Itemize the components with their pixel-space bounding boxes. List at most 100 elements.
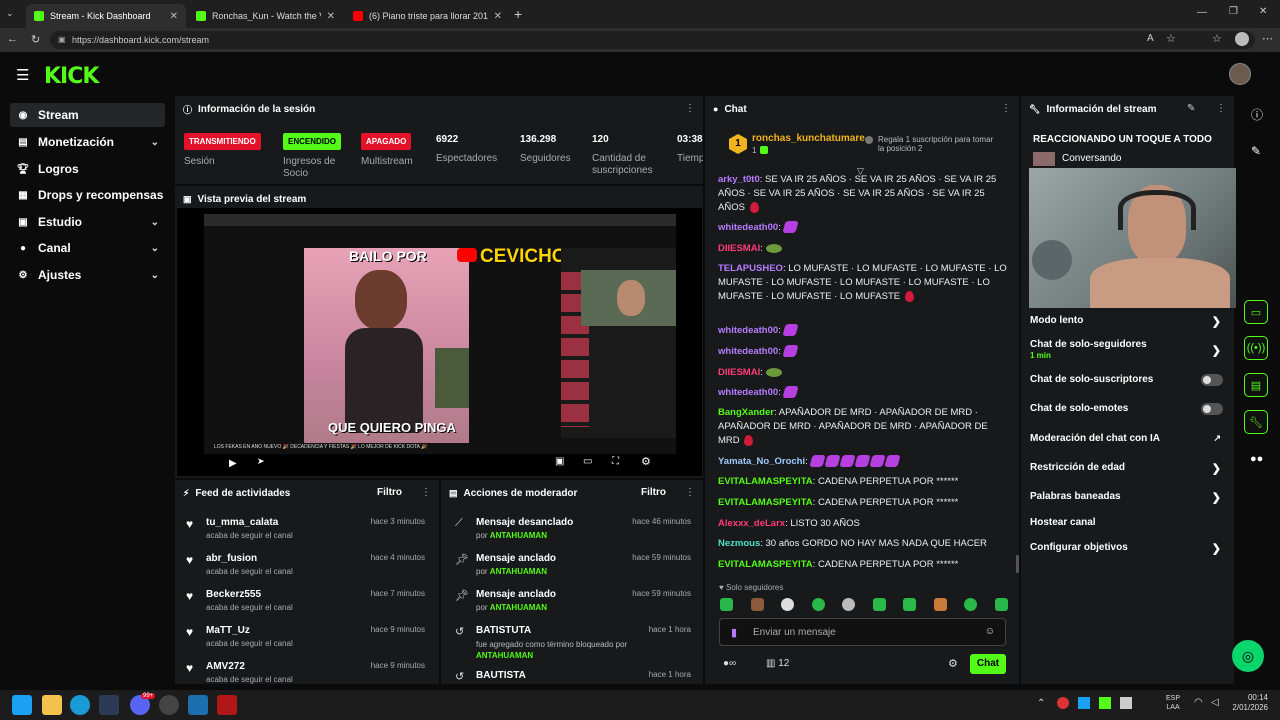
back-icon[interactable]: ← bbox=[7, 33, 18, 45]
chat-users-icon[interactable]: ●∞ bbox=[723, 658, 736, 669]
language-indicator[interactable]: ESP LAA bbox=[1166, 694, 1180, 712]
gift-prompt[interactable]: Regala 1 suscripción para tomar la posic… bbox=[878, 135, 998, 153]
chat-settings-gear-icon[interactable]: ⚙ bbox=[948, 657, 958, 670]
setting-followers-only[interactable]: Chat de solo-seguidores 1 min ❯ bbox=[1030, 339, 1225, 361]
clock[interactable]: 00:14 2/01/2026 bbox=[1230, 693, 1268, 713]
pencil-icon[interactable]: ✎ bbox=[1251, 144, 1261, 158]
microphone-icon[interactable]: ▮ bbox=[731, 626, 737, 639]
emoji-picker-icon[interactable]: ☺ bbox=[985, 626, 995, 637]
reload-icon[interactable]: ↻ bbox=[31, 33, 40, 46]
chat-message-input[interactable]: ▮ Enviar un mensaje ☺ bbox=[719, 618, 1006, 646]
setting-banned-words[interactable]: Palabras baneadas ❯ bbox=[1030, 491, 1225, 504]
site-info-icon[interactable]: ▣ bbox=[58, 35, 66, 44]
read-aloud-icon[interactable]: A bbox=[1147, 33, 1154, 44]
file-explorer-icon[interactable] bbox=[42, 695, 62, 715]
emote-icon[interactable] bbox=[903, 598, 917, 611]
setting-subscribers-only[interactable]: Chat de solo-suscriptores bbox=[1030, 374, 1225, 386]
maximize-icon[interactable]: ❐ bbox=[1229, 6, 1238, 17]
tray-app-icon[interactable] bbox=[1057, 697, 1069, 709]
viewer-count[interactable]: ▥ 12 bbox=[766, 658, 789, 669]
sidebar-item-drops[interactable]: ▦ Drops y recompensas bbox=[10, 183, 165, 207]
mod-filter-button[interactable]: Filtro bbox=[641, 487, 666, 498]
chat-scrollbar[interactable] bbox=[1016, 555, 1019, 573]
close-tab-icon[interactable]: ✕ bbox=[170, 11, 178, 22]
kebab-menu-icon[interactable]: ⋮ bbox=[421, 487, 431, 498]
stream-preview-video[interactable]: BAILO POR CEVICHON QUE QUIERO PINGA LOS … bbox=[177, 208, 702, 476]
sidebar-item-logros[interactable]: 🏆︎ Logros bbox=[10, 157, 165, 181]
mouse-cursor-icon: ➤ bbox=[257, 456, 265, 466]
steam-icon[interactable] bbox=[99, 695, 119, 715]
play-icon[interactable]: ▶ bbox=[229, 458, 237, 469]
top-gifter-name[interactable]: ronchas_kunchatumare bbox=[752, 133, 865, 144]
favorites-icon[interactable]: ☆ bbox=[1212, 32, 1222, 45]
emote-icon[interactable] bbox=[933, 598, 947, 611]
dota-icon[interactable] bbox=[217, 695, 237, 715]
close-tab-icon[interactable]: ✕ bbox=[494, 11, 502, 22]
user-avatar[interactable] bbox=[1229, 63, 1251, 85]
emote-icon[interactable] bbox=[842, 598, 856, 611]
close-tab-icon[interactable]: ✕ bbox=[327, 11, 335, 22]
photos-icon[interactable] bbox=[188, 695, 208, 715]
feed-filter-button[interactable]: Filtro bbox=[377, 487, 402, 498]
more-menu-icon[interactable]: ⋯ bbox=[1262, 32, 1273, 45]
sidebar-item-canal[interactable]: ● Canal ⌄ bbox=[10, 236, 165, 260]
new-tab-icon[interactable]: + bbox=[514, 6, 522, 22]
setting-ai-moderation[interactable]: Moderación del chat con IA ↗ bbox=[1030, 433, 1225, 444]
setting-slow-mode[interactable]: Modo lento ❯ bbox=[1030, 315, 1225, 328]
emote-icon[interactable] bbox=[720, 598, 733, 611]
tab-ronchas-vod[interactable]: Ronchas_Kun - Watch the VOD on ✕ bbox=[188, 4, 343, 28]
emote-icon[interactable] bbox=[750, 598, 764, 611]
emote-icon[interactable] bbox=[872, 598, 886, 611]
volume-icon[interactable]: ◁ bbox=[1211, 697, 1219, 708]
emote-icon[interactable] bbox=[994, 598, 1008, 611]
miniplayer-icon[interactable]: ▣ bbox=[555, 456, 564, 467]
setting-host-channel[interactable]: Hostear canal bbox=[1030, 517, 1225, 528]
sidebar-item-estudio[interactable]: ▣ Estudio ⌄ bbox=[10, 210, 165, 234]
sidebar-item-monetizacion[interactable]: ▤ Monetización ⌄ bbox=[10, 130, 165, 154]
broadcast-rail-icon[interactable]: ((•)) bbox=[1244, 336, 1268, 360]
pip-icon[interactable]: ▭ bbox=[583, 456, 592, 467]
users-rail-icon[interactable]: ●● bbox=[1250, 453, 1263, 465]
hamburger-menu-icon[interactable]: ☰ bbox=[16, 66, 29, 84]
tray-app-icon[interactable] bbox=[1120, 697, 1132, 709]
kebab-menu-icon[interactable]: ⋮ bbox=[685, 487, 695, 498]
tools-rail-icon[interactable]: 🔧︎ bbox=[1244, 410, 1268, 434]
support-headset-icon[interactable]: ◎ bbox=[1232, 640, 1264, 672]
kick-logo[interactable]: KICK bbox=[44, 64, 99, 89]
tray-app-icon[interactable] bbox=[1078, 697, 1090, 709]
emote-icon[interactable] bbox=[811, 598, 825, 611]
kebab-menu-icon[interactable]: ⋮ bbox=[1001, 103, 1011, 114]
minimize-icon[interactable]: — bbox=[1197, 7, 1207, 18]
emote-icon[interactable] bbox=[964, 598, 978, 611]
edit-pencil-icon[interactable]: ✎ bbox=[1187, 103, 1195, 114]
setting-age-restriction[interactable]: Restricción de edad ❯ bbox=[1030, 462, 1225, 475]
emotes-only-toggle[interactable] bbox=[1201, 403, 1223, 415]
tab-kick-dashboard[interactable]: Stream - Kick Dashboard ✕ bbox=[26, 4, 186, 28]
close-window-icon[interactable]: ✕ bbox=[1259, 6, 1267, 17]
wifi-icon[interactable]: ◠ bbox=[1194, 697, 1203, 708]
info-icon[interactable]: ⓘ bbox=[1251, 106, 1263, 123]
kebab-menu-icon[interactable]: ⋮ bbox=[1216, 103, 1226, 114]
tray-kick-icon[interactable] bbox=[1099, 697, 1111, 709]
tab-list-icon[interactable]: ⌄ bbox=[6, 8, 14, 19]
send-chat-button[interactable]: Chat bbox=[970, 654, 1006, 674]
fullscreen-icon[interactable]: ⛶ bbox=[612, 456, 619, 467]
setting-goals[interactable]: Configurar objetivos ❯ bbox=[1030, 542, 1225, 555]
address-bar[interactable]: https://dashboard.kick.com/stream bbox=[50, 31, 1255, 49]
emote-icon[interactable] bbox=[781, 598, 795, 611]
tab-youtube-piano[interactable]: (6) Piano triste para llorar 2018 - Y ✕ bbox=[345, 4, 510, 28]
sidebar-item-stream[interactable]: ◉ Stream bbox=[10, 103, 165, 127]
sidebar-item-ajustes[interactable]: ⚙ Ajustes ⌄ bbox=[10, 263, 165, 287]
setting-emotes-only[interactable]: Chat de solo-emotes bbox=[1030, 403, 1225, 415]
settings-gear-icon[interactable]: ⚙ bbox=[641, 455, 651, 468]
chat-rail-icon[interactable]: ▭ bbox=[1244, 300, 1268, 324]
steam-client-icon[interactable] bbox=[159, 695, 179, 715]
edge-browser-icon[interactable] bbox=[70, 695, 90, 715]
profile-icon[interactable] bbox=[1235, 32, 1249, 46]
favorite-star-icon[interactable]: ☆ bbox=[1166, 32, 1176, 45]
kebab-menu-icon[interactable]: ⋮ bbox=[685, 103, 695, 114]
layout-rail-icon[interactable]: ▤ bbox=[1244, 373, 1268, 397]
tray-chevron-icon[interactable]: ⌃ bbox=[1037, 698, 1045, 709]
subscribers-only-toggle[interactable] bbox=[1201, 374, 1223, 386]
windows-start-icon[interactable] bbox=[12, 695, 32, 715]
